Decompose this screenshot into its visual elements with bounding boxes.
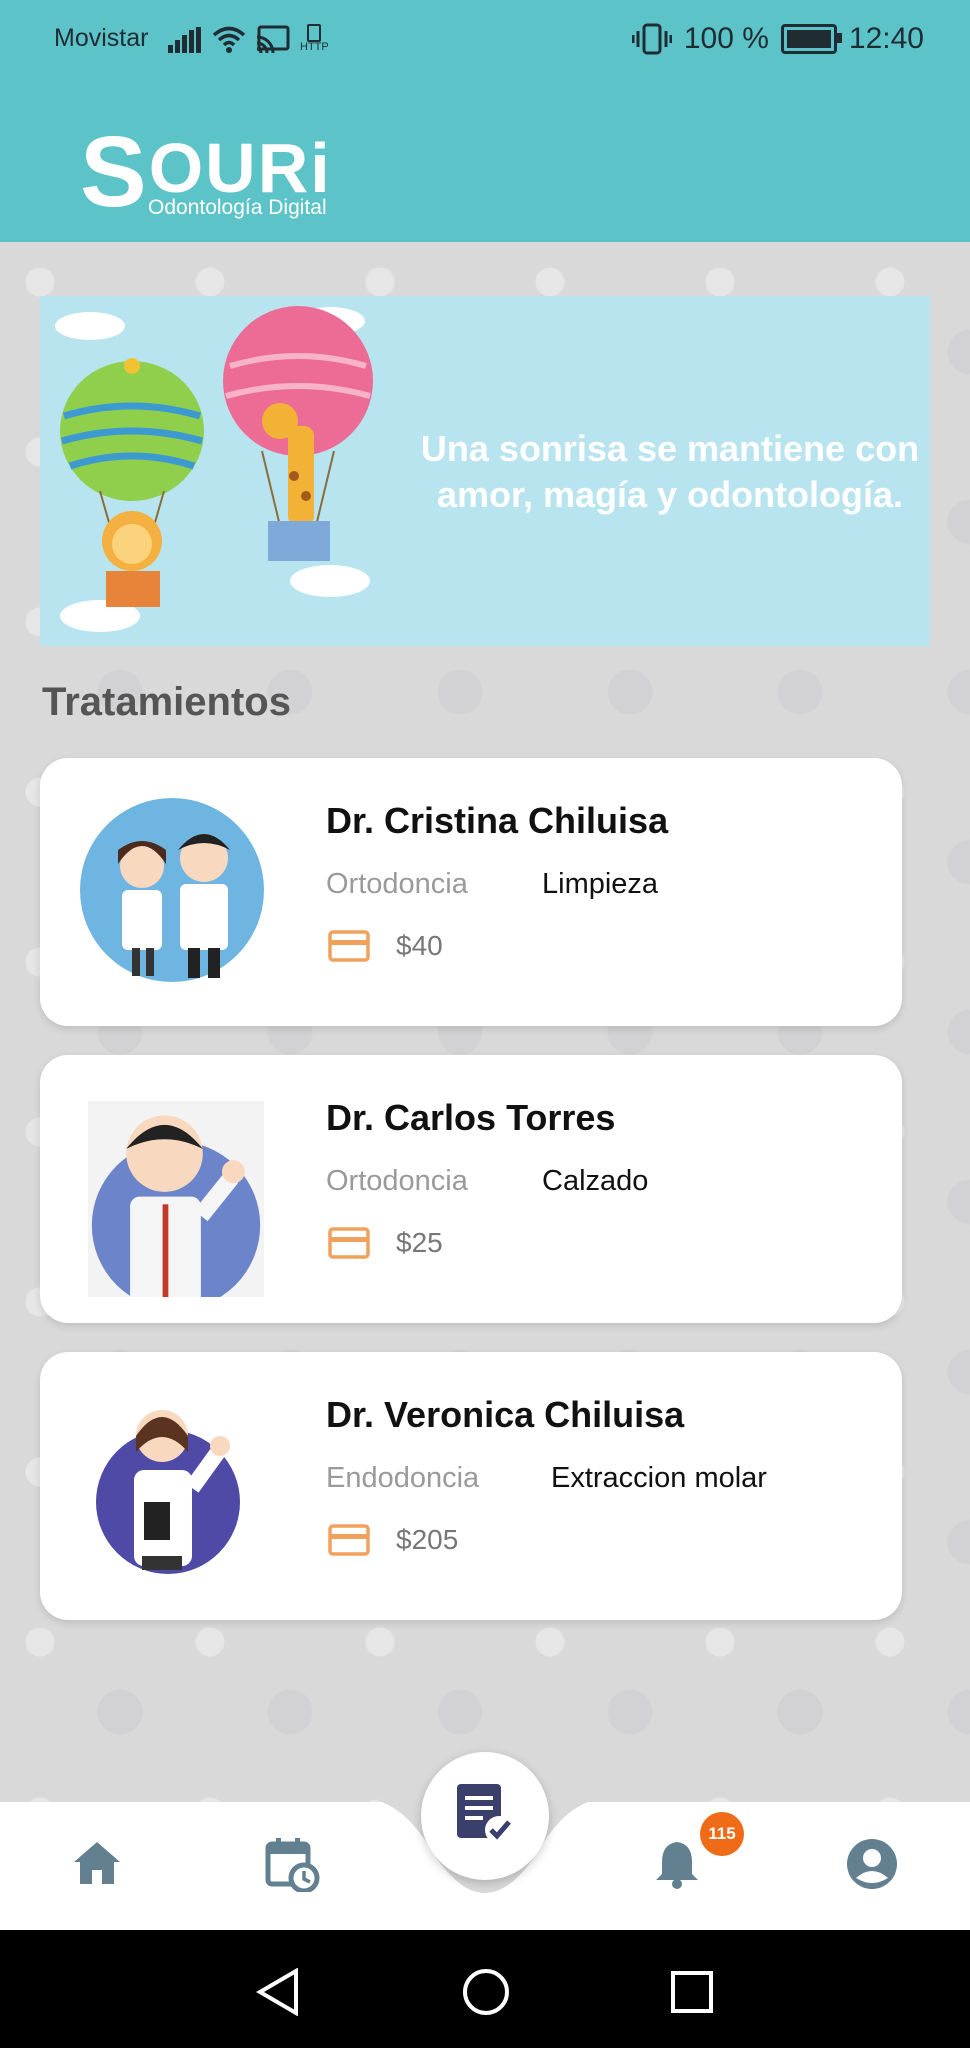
status-bar: Movistar HTTP 100 % 12:40: [0, 0, 970, 82]
banner-line-2: amor, magía y odontología.: [436, 474, 904, 515]
promo-banner[interactable]: Una sonrisa se mantiene con amor, magía …: [40, 296, 930, 646]
doctor-name: Dr. Veronica Chiluisa: [326, 1394, 685, 1435]
vibrate-icon: [631, 23, 672, 55]
treatment-name: Limpieza: [542, 868, 659, 900]
treatment-name: Calzado: [542, 1165, 649, 1197]
specialty: Ortodoncia: [326, 1165, 468, 1197]
treatment-card[interactable]: Dr. Carlos Torres Ortodoncia Calzado $25: [40, 1055, 902, 1323]
cast-icon: [256, 25, 290, 53]
credit-card-icon: [328, 930, 370, 962]
doctor-name: Dr. Carlos Torres: [326, 1097, 616, 1138]
system-navigation-bar: [0, 1930, 970, 2048]
doctor-avatar: [96, 1410, 240, 1574]
notification-badge: 115: [700, 1812, 744, 1856]
doctor-avatar: [80, 798, 264, 982]
treatment-card[interactable]: Dr. Cristina Chiluisa Ortodoncia Limpiez…: [40, 758, 902, 1026]
battery-icon: [780, 24, 842, 54]
http-label: HTTP: [300, 41, 329, 53]
carrier-name: Movistar: [54, 24, 149, 52]
logo-subtitle: Odontología Digital: [148, 196, 327, 219]
credit-card-icon: [328, 1227, 370, 1259]
banner-text: Una sonrisa se mantiene con amor, magía …: [420, 426, 920, 518]
clock: 12:40: [848, 22, 924, 55]
specialty: Ortodoncia: [326, 868, 468, 900]
credit-card-icon: [328, 1524, 370, 1556]
app-header: SOURi Odontología Digital: [0, 82, 970, 242]
logo-initial: S: [80, 116, 149, 228]
doctor-avatar: [88, 1101, 264, 1297]
signal-icons: HTTP: [168, 24, 329, 53]
wifi-icon: [212, 26, 246, 53]
banner-line-1: Una sonrisa se mantiene con: [420, 428, 920, 469]
specialty: Endodoncia: [326, 1462, 480, 1494]
account-icon[interactable]: [846, 1838, 898, 1890]
calendar-clock-icon[interactable]: [264, 1836, 320, 1892]
clipboard-check-icon: [457, 1784, 513, 1844]
status-right: 100 % 12:40: [631, 22, 924, 56]
app-logo: SOURi Odontología Digital: [80, 122, 332, 222]
battery-percent: 100 %: [683, 22, 769, 55]
home-icon[interactable]: [72, 1840, 122, 1886]
bell-icon[interactable]: [654, 1838, 700, 1890]
http-icon: HTTP: [300, 24, 329, 53]
price: $40: [396, 930, 443, 961]
recents-icon[interactable]: [670, 1970, 714, 2014]
price: $205: [396, 1524, 459, 1555]
treatments-fab[interactable]: [421, 1752, 549, 1880]
banner-illustration: [55, 306, 373, 632]
back-icon[interactable]: [256, 1968, 300, 2016]
treatment-name: Extraccion molar: [551, 1462, 767, 1494]
home-circle-icon[interactable]: [462, 1968, 510, 2016]
price: $25: [396, 1227, 443, 1258]
treatment-card[interactable]: Dr. Veronica Chiluisa Endodoncia Extracc…: [40, 1352, 902, 1620]
section-title: Tratamientos: [42, 680, 291, 724]
doctor-name: Dr. Cristina Chiluisa: [326, 800, 669, 841]
signal-strength-icon: [168, 27, 201, 53]
